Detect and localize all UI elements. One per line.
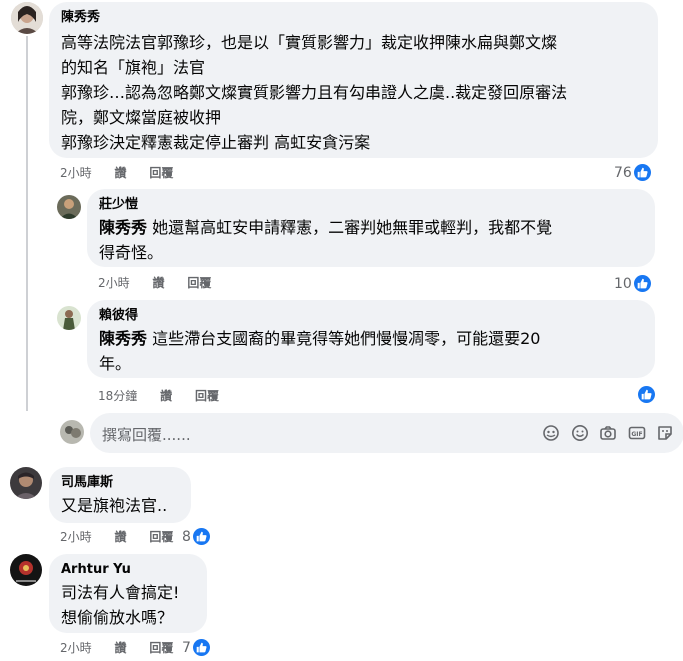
avatar[interactable] [57, 195, 81, 219]
thumbs-up-icon [192, 528, 210, 545]
comment-bubble: Arhtur Yu 司法有人會搞定! 想偷偷放水嗎？ [49, 554, 207, 633]
comment-actions: 2小時 讚 回覆 [60, 641, 192, 655]
gif-icon[interactable]: GIF [628, 424, 646, 442]
comment-timestamp[interactable]: 2小時 [60, 530, 92, 544]
avatar[interactable] [11, 2, 43, 34]
reaction-count[interactable]: 76 [614, 164, 651, 181]
comment-text-line: 又是旗袍法官.. [61, 496, 168, 515]
comment-text-line: 郭豫珍決定釋憲裁定停止審判 高虹安貪污案 [61, 133, 371, 152]
reaction-count-text: 76 [614, 164, 632, 181]
comment-text-line: 她還幫高虹安申請釋憲，二審判她無罪或輕判，我都不覺 [152, 218, 553, 237]
comment-actions: 2小時 讚 回覆 [60, 530, 192, 544]
reaction-count[interactable]: 8 [182, 528, 210, 545]
reply-button[interactable]: 回覆 [149, 166, 173, 180]
avatar[interactable] [57, 306, 81, 330]
comment-actions: 18分鐘 讚 回覆 [98, 389, 238, 403]
comment-timestamp[interactable]: 2小時 [60, 641, 92, 655]
reply-button[interactable]: 回覆 [187, 276, 211, 290]
thumbs-up-icon [633, 275, 651, 292]
comment-timestamp[interactable]: 18分鐘 [98, 389, 137, 403]
comment-actions: 2小時 讚 回覆 [60, 166, 192, 180]
avatar[interactable] [10, 467, 42, 499]
comment-text-line: 郭豫珍…認為忽略鄭文燦實質影響力且有勾串證人之虞..裁定發回原審法 [61, 83, 568, 102]
comment-text-line: 高等法院法官郭豫珍，也是以「實質影響力」裁定收押陳水扁與鄭文燦 [61, 33, 558, 52]
comment-text-line: 這些滯台支國裔的畢竟得等她們慢慢凋零，可能還要20 [152, 329, 541, 348]
reaction-count[interactable]: 10 [614, 275, 651, 292]
comment-text-line: 司法有人會搞定! [61, 583, 180, 602]
comment-bubble: 司馬庫斯 又是旗袍法官.. [49, 467, 191, 523]
comment-timestamp[interactable]: 2小時 [60, 166, 92, 180]
thumbs-up-icon [638, 386, 655, 403]
reaction-count[interactable] [636, 386, 655, 403]
thumbs-up-icon [633, 164, 651, 181]
comment-author[interactable]: Arhtur Yu [61, 562, 195, 578]
reaction-count-text: 10 [614, 275, 632, 292]
reaction-count-text: 8 [182, 528, 191, 545]
like-button[interactable]: 讚 [160, 389, 172, 403]
comment-text-line: 得奇怪。 [99, 243, 164, 262]
comment-timestamp[interactable]: 2小時 [98, 276, 130, 290]
reply-button[interactable]: 回覆 [195, 389, 219, 403]
comment-actions: 2小時 讚 回覆 [98, 276, 230, 290]
reply-button[interactable]: 回覆 [149, 530, 173, 544]
thread-line [26, 36, 28, 411]
comment-text-line: 年。 [99, 354, 132, 373]
current-user-avatar [60, 420, 84, 444]
reaction-count-text: 7 [182, 639, 191, 656]
comment-author[interactable]: 陳秀秀 [61, 10, 646, 26]
comment-bubble: 賴彼得 陳秀秀 這些滯台支國裔的畢竟得等她們慢慢凋零，可能還要20 年。 [87, 300, 655, 378]
sticker-icon[interactable] [656, 424, 674, 442]
comment-bubble: 莊少愷 陳秀秀 她還幫高虹安申請釋憲，二審判她無罪或輕判，我都不覺 得奇怪。 [87, 189, 655, 267]
camera-icon[interactable] [599, 424, 617, 442]
emoji-icon[interactable] [571, 424, 589, 442]
reaction-count[interactable]: 7 [182, 639, 210, 656]
mention-tag[interactable]: 陳秀秀 [99, 329, 147, 348]
avatar-sticker-icon[interactable] [542, 424, 560, 442]
like-button[interactable]: 讚 [114, 530, 126, 544]
reply-input[interactable]: 撰寫回覆...... GIF [90, 413, 683, 453]
thumbs-up-icon [192, 639, 210, 656]
comment-author[interactable]: 司馬庫斯 [61, 475, 179, 491]
comment-author[interactable]: 莊少愷 [99, 197, 643, 213]
comment-bubble: 陳秀秀 高等法院法官郭豫珍，也是以「實質影響力」裁定收押陳水扁與鄭文燦 的知名「… [49, 2, 658, 158]
avatar[interactable] [10, 554, 42, 586]
reply-placeholder: 撰寫回覆...... [102, 426, 191, 444]
comment-text-line: 院，鄭文燦當庭被收押 [61, 108, 222, 127]
comment-author[interactable]: 賴彼得 [99, 308, 643, 324]
like-button[interactable]: 讚 [114, 166, 126, 180]
svg-text:GIF: GIF [631, 431, 642, 438]
comment-text-line: 的知名「旗袍」法官 [61, 58, 206, 77]
like-button[interactable]: 讚 [152, 276, 164, 290]
comment-text-line: 想偷偷放水嗎？ [61, 608, 174, 627]
like-button[interactable]: 讚 [114, 641, 126, 655]
mention-tag[interactable]: 陳秀秀 [99, 218, 147, 237]
reply-button[interactable]: 回覆 [149, 641, 173, 655]
